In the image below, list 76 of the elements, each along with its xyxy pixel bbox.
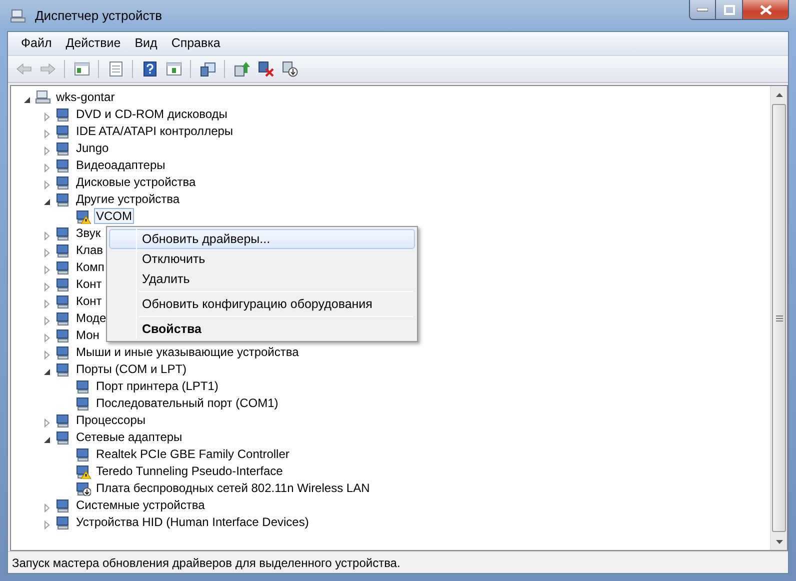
device-icon [55, 428, 71, 444]
down-arrow-icon [776, 540, 782, 544]
update-driver-icon [234, 61, 250, 77]
disable-device-icon [282, 61, 298, 77]
tree-item[interactable]: IDE ATA/ATAPI контроллеры [74, 122, 236, 138]
tree-item[interactable]: Teredo Tunneling Pseudo-Interface [94, 462, 285, 478]
grip-icon [776, 314, 782, 322]
device-icon [55, 496, 71, 512]
device-icon [55, 190, 71, 206]
window-title: Диспетчер устройств [35, 6, 162, 25]
tree-item[interactable]: Порты (COM и LPT) [74, 360, 189, 376]
device-icon [55, 276, 71, 292]
device-icon [55, 174, 71, 190]
device-icon [55, 514, 71, 530]
tree-item[interactable]: Конт [74, 292, 104, 308]
device-icon [55, 258, 71, 274]
maximize-icon [724, 4, 734, 14]
pane-icon [74, 61, 90, 77]
tree-item[interactable]: Клав [74, 242, 106, 258]
forward-arrow-icon [40, 61, 56, 77]
back-arrow-icon [16, 61, 32, 77]
uninstall-icon [258, 61, 274, 77]
tree-item[interactable]: Realtek PCIe GBE Family Controller [94, 446, 292, 462]
maximize-button[interactable] [716, 0, 743, 20]
tree-item[interactable]: Порт принтера (LPT1) [94, 378, 220, 394]
menu-item[interactable]: Вид [128, 32, 164, 55]
device-icon [55, 292, 71, 308]
menu-item[interactable]: Удалить [109, 269, 415, 289]
close-icon [760, 4, 772, 14]
tree-item[interactable]: DVD и CD-ROM дисководы [74, 106, 230, 122]
tree-item[interactable]: Мыши и иные указывающие устройства [74, 344, 301, 360]
tree-item[interactable]: Последовательный порт (COM1) [94, 394, 280, 410]
device-icon [55, 122, 71, 138]
menu-item[interactable]: Обновить конфигурацию оборудования [109, 294, 415, 314]
tree-item[interactable]: Системные устройства [74, 496, 207, 512]
tree-item[interactable]: Конт [74, 276, 104, 292]
tree-item[interactable]: wks-gontar [54, 88, 117, 104]
device-icon [55, 140, 71, 156]
menu-item[interactable]: Действие [58, 32, 128, 55]
device-icon [55, 344, 71, 360]
pane-icon [166, 61, 182, 77]
tree-item[interactable]: Другие устройства [74, 190, 182, 206]
status-text: Запуск мастера обновления драйверов для выделенного устройства. [12, 554, 400, 572]
help-icon [142, 61, 158, 77]
computer-icon [10, 8, 26, 24]
menu-item[interactable]: Отключить [109, 249, 415, 269]
tree-item[interactable]: VCOM [94, 208, 134, 224]
menu-item[interactable]: Свойства [109, 319, 415, 339]
tree-item[interactable]: Моде [74, 310, 108, 326]
tree-item[interactable]: Мон [74, 326, 102, 342]
tree-item[interactable]: Видеоадаптеры [74, 156, 168, 172]
minimize-button[interactable] [689, 0, 716, 20]
menu-item[interactable]: Обновить драйверы... [109, 229, 415, 249]
properties-icon [108, 61, 124, 77]
close-button[interactable] [743, 0, 789, 20]
tree-item[interactable]: Сетевые адаптеры [74, 428, 184, 444]
computer-icon [35, 88, 51, 104]
tree-item[interactable]: Дисковые устройства [74, 174, 198, 190]
tree-item[interactable]: Jungo [74, 140, 111, 156]
scrollbar-thumb[interactable] [772, 104, 786, 532]
menu-item[interactable]: Справка [164, 32, 228, 55]
menu-item[interactable]: Файл [14, 32, 59, 55]
device-icon [55, 224, 71, 240]
device-icon [55, 156, 71, 172]
tree-item[interactable]: Процессоры [74, 412, 148, 428]
device-icon [55, 310, 71, 326]
device-icon [55, 326, 71, 342]
tree-item[interactable]: Устройства HID (Human Interface Devices) [74, 514, 311, 530]
minimize-icon [697, 8, 708, 12]
device-icon [55, 412, 71, 428]
device-icon [55, 360, 71, 376]
up-arrow-icon [776, 92, 782, 96]
device-icon [55, 242, 71, 258]
device-icon [55, 106, 71, 122]
tree-item[interactable]: Комп [74, 258, 106, 274]
tree-item[interactable]: Звук [74, 224, 103, 240]
